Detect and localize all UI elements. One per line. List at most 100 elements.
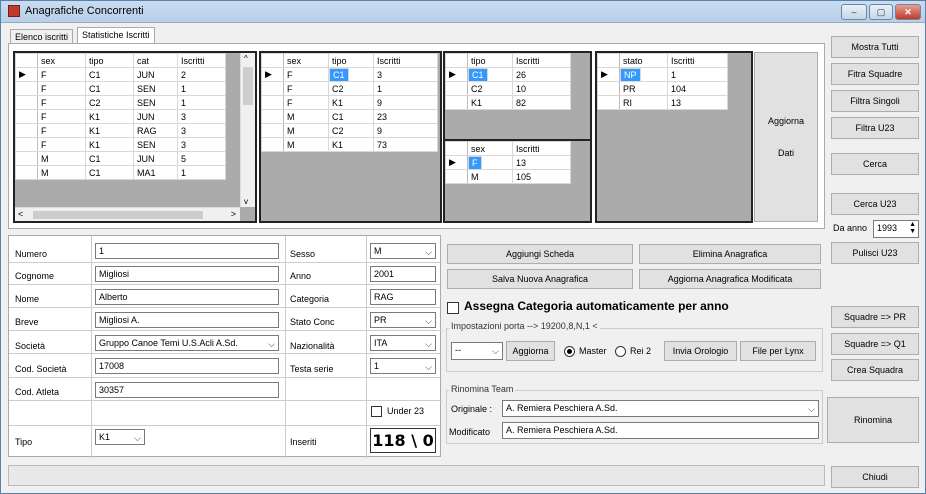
cell[interactable]: F bbox=[283, 81, 329, 96]
tab-statistiche-iscritti[interactable]: Statistiche Iscritti bbox=[77, 27, 155, 44]
cell[interactable]: C1 bbox=[85, 67, 134, 82]
scroll-thumb[interactable] bbox=[33, 211, 203, 219]
col-header[interactable]: Iscritti bbox=[512, 53, 571, 68]
cognome-field[interactable]: Migliosi bbox=[95, 266, 279, 282]
table-row[interactable]: PR 104 bbox=[597, 81, 728, 96]
table-row[interactable]: F C2 SEN 1 bbox=[15, 95, 226, 110]
squadre-pr-button[interactable]: Squadre => PR bbox=[831, 306, 919, 328]
cell[interactable]: 23 bbox=[373, 109, 438, 124]
assegna-categoria-checkbox[interactable] bbox=[447, 302, 459, 314]
aggiorna-modificata-button[interactable]: Aggiorna Anagrafica Modificata bbox=[639, 269, 821, 289]
cell-selected[interactable]: NP bbox=[620, 68, 641, 82]
cell[interactable]: 9 bbox=[373, 123, 438, 138]
horizontal-scrollbar[interactable]: < > bbox=[15, 207, 240, 221]
cell[interactable]: SEN bbox=[133, 137, 178, 152]
table-row[interactable]: F K1 SEN 3 bbox=[15, 137, 226, 152]
table-row[interactable]: RI 13 bbox=[597, 95, 728, 110]
cell[interactable]: C2 bbox=[467, 81, 513, 96]
filtra-singoli-button[interactable]: Filtra Singoli bbox=[831, 90, 919, 112]
cell[interactable]: 73 bbox=[373, 137, 438, 152]
cell[interactable]: JUN bbox=[133, 151, 178, 166]
cell[interactable]: F bbox=[37, 123, 86, 138]
cell[interactable]: F bbox=[37, 81, 86, 96]
col-header[interactable]: tipo bbox=[85, 53, 134, 68]
cell[interactable]: F bbox=[283, 95, 329, 110]
cell[interactable]: M bbox=[283, 123, 329, 138]
master-radio[interactable] bbox=[564, 346, 575, 357]
cell[interactable]: F bbox=[283, 67, 329, 82]
cell[interactable]: F bbox=[37, 67, 86, 82]
cell[interactable]: 1 bbox=[667, 67, 728, 82]
cell[interactable]: M bbox=[283, 137, 329, 152]
col-header[interactable]: tipo bbox=[328, 53, 374, 68]
cell[interactable]: 9 bbox=[373, 95, 438, 110]
modificato-field[interactable]: A. Remiera Peschiera A.Sd. bbox=[502, 422, 819, 439]
breve-field[interactable]: Migliosi A. bbox=[95, 312, 279, 328]
anno-field[interactable]: 2001 bbox=[370, 266, 436, 282]
aggiorna-dati-button[interactable]: Aggiorna Dati bbox=[754, 52, 818, 222]
cell[interactable]: 3 bbox=[177, 137, 226, 152]
cell[interactable]: C1 bbox=[85, 165, 134, 180]
close-button[interactable]: ✕ bbox=[895, 4, 921, 20]
table-row[interactable]: ▶ F 13 bbox=[445, 155, 571, 170]
table-row[interactable]: ▶ F C1 JUN 2 bbox=[15, 67, 226, 82]
cell[interactable]: C1 bbox=[328, 109, 374, 124]
societa-select[interactable]: Gruppo Canoe Temi U.S.Acli A.Sd. ⌵ bbox=[95, 335, 279, 351]
table-row[interactable]: C2 10 bbox=[445, 81, 571, 96]
cell[interactable]: K1 bbox=[85, 123, 134, 138]
grid-stato[interactable]: stato Iscritti ▶ NP 1 PR 104 RI 13 bbox=[595, 51, 753, 223]
porta-select[interactable]: -- ⌵ bbox=[451, 342, 503, 360]
cod-atleta-field[interactable]: 30357 bbox=[95, 382, 279, 398]
table-row[interactable]: F C2 1 bbox=[261, 81, 438, 96]
file-lynx-button[interactable]: File per Lynx bbox=[740, 341, 816, 361]
chiudi-button[interactable]: Chiudi bbox=[831, 466, 919, 488]
scroll-left-icon[interactable]: < bbox=[18, 209, 23, 219]
cell[interactable]: F bbox=[37, 95, 86, 110]
cell[interactable]: SEN bbox=[133, 95, 178, 110]
table-row[interactable]: K1 82 bbox=[445, 95, 571, 110]
cell[interactable]: C1 bbox=[85, 151, 134, 166]
salva-nuova-button[interactable]: Salva Nuova Anagrafica bbox=[447, 269, 633, 289]
cell[interactable]: RAG bbox=[133, 123, 178, 138]
col-header[interactable]: cat bbox=[133, 53, 178, 68]
porta-aggiorna-button[interactable]: Aggiorna bbox=[506, 341, 555, 361]
maximize-button[interactable]: ▢ bbox=[869, 4, 893, 20]
grid-tipo[interactable]: tipo Iscritti ▶ C1 26 C2 10 K1 82 bbox=[443, 51, 592, 141]
pulisci-u23-button[interactable]: Pulisci U23 bbox=[831, 242, 919, 264]
cell[interactable]: C2 bbox=[328, 123, 374, 138]
cell[interactable]: K1 bbox=[85, 109, 134, 124]
col-header[interactable]: stato bbox=[619, 53, 668, 68]
crea-squadra-button[interactable]: Crea Squadra bbox=[831, 359, 919, 381]
cell[interactable]: 13 bbox=[667, 95, 728, 110]
table-row[interactable]: M C2 9 bbox=[261, 123, 438, 138]
sesso-select[interactable]: M ⌵ bbox=[370, 243, 436, 259]
table-row[interactable]: M 105 bbox=[445, 169, 571, 184]
cell[interactable]: 2 bbox=[177, 67, 226, 82]
table-row[interactable]: ▶ C1 26 bbox=[445, 67, 571, 82]
cell[interactable]: JUN bbox=[133, 67, 178, 82]
filtra-u23-button[interactable]: Filtra U23 bbox=[831, 117, 919, 139]
cell[interactable]: K1 bbox=[328, 95, 374, 110]
vertical-scrollbar[interactable]: ^ v bbox=[240, 53, 255, 207]
cell[interactable]: 1 bbox=[373, 81, 438, 96]
cell[interactable]: F bbox=[37, 109, 86, 124]
cell[interactable]: 1 bbox=[177, 165, 226, 180]
elimina-anagrafica-button[interactable]: Elimina Anagrafica bbox=[639, 244, 821, 264]
cell[interactable]: 82 bbox=[512, 95, 571, 110]
col-header[interactable]: sex bbox=[37, 53, 86, 68]
cell[interactable]: K1 bbox=[328, 137, 374, 152]
originale-select[interactable]: A. Remiera Peschiera A.Sd. ⌵ bbox=[502, 400, 819, 417]
spinner-arrows-icon[interactable]: ▲ ▼ bbox=[909, 221, 916, 235]
scroll-down-icon[interactable]: v bbox=[244, 197, 248, 206]
cerca-u23-button[interactable]: Cerca U23 bbox=[831, 193, 919, 215]
aggiungi-scheda-button[interactable]: Aggiungi Scheda bbox=[447, 244, 633, 264]
categoria-field[interactable]: RAG bbox=[370, 289, 436, 305]
table-row[interactable]: ▶ NP 1 bbox=[597, 67, 728, 82]
cell[interactable]: PR bbox=[619, 81, 668, 96]
cell[interactable]: 105 bbox=[512, 169, 571, 184]
col-header[interactable]: sex bbox=[283, 53, 329, 68]
cerca-button[interactable]: Cerca bbox=[831, 153, 919, 175]
table-row[interactable]: F C1 SEN 1 bbox=[15, 81, 226, 96]
testa-serie-select[interactable]: 1 ⌵ bbox=[370, 358, 436, 374]
col-header[interactable]: tipo bbox=[467, 53, 513, 68]
